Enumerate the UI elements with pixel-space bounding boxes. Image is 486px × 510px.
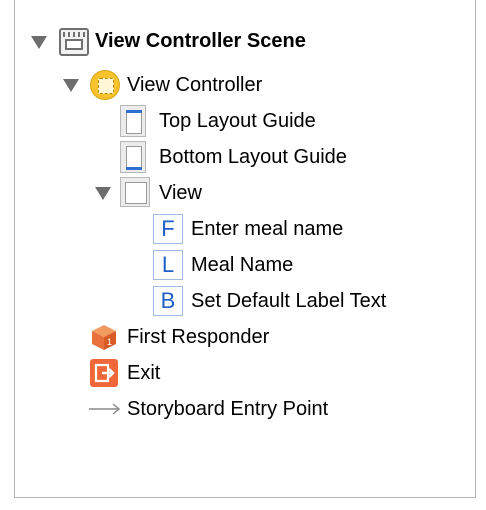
label-icon: L xyxy=(153,250,183,280)
scene-icon xyxy=(59,28,89,56)
exit-icon xyxy=(90,359,118,387)
label-item-label: Meal Name xyxy=(191,254,294,276)
disclosure-triangle-scene[interactable] xyxy=(31,36,47,49)
outline-row-exit[interactable]: Exit xyxy=(0,358,486,388)
text-field-label: Enter meal name xyxy=(191,218,344,240)
first-responder-label: First Responder xyxy=(127,326,270,348)
outline-row-bottom-layout-guide[interactable]: Bottom Layout Guide xyxy=(0,141,486,173)
arrow-icon xyxy=(88,402,122,416)
bottom-layout-guide-label: Bottom Layout Guide xyxy=(159,146,347,168)
disclosure-triangle-view[interactable] xyxy=(95,187,111,200)
first-responder-icon: 1 xyxy=(90,323,118,351)
exit-label: Exit xyxy=(127,362,161,384)
outline-row-view[interactable]: View xyxy=(0,177,486,208)
view-icon xyxy=(120,177,150,207)
bottom-layout-guide-icon xyxy=(120,141,146,173)
text-field-icon: F xyxy=(153,214,183,244)
storyboard-entry-point-label: Storyboard Entry Point xyxy=(127,398,329,420)
outline-row-top-layout-guide[interactable]: Top Layout Guide xyxy=(0,105,486,137)
outline-row-button[interactable]: B Set Default Label Text xyxy=(0,286,486,316)
button-icon: B xyxy=(153,286,183,316)
scene-label: View Controller Scene xyxy=(95,30,306,52)
outline-row-scene[interactable]: View Controller Scene xyxy=(0,27,486,57)
outline-row-text-field[interactable]: F Enter meal name xyxy=(0,214,486,244)
outline-row-view-controller[interactable]: View Controller xyxy=(0,70,486,100)
outline-row-first-responder[interactable]: 1 First Responder xyxy=(0,322,486,352)
top-layout-guide-label: Top Layout Guide xyxy=(159,110,316,132)
outline-row-label[interactable]: L Meal Name xyxy=(0,250,486,280)
view-controller-label: View Controller xyxy=(127,74,263,96)
button-item-label: Set Default Label Text xyxy=(191,290,387,312)
svg-text:1: 1 xyxy=(107,337,112,347)
top-layout-guide-icon xyxy=(120,105,146,137)
view-controller-icon xyxy=(90,70,120,100)
disclosure-triangle-view-controller[interactable] xyxy=(63,79,79,92)
view-label: View xyxy=(159,182,202,204)
outline-row-storyboard-entry-point[interactable]: Storyboard Entry Point xyxy=(0,394,486,424)
